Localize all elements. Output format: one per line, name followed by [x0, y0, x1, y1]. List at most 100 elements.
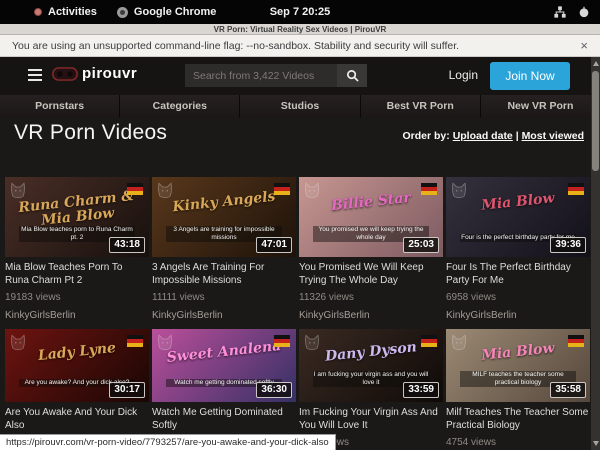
- video-title[interactable]: Milf Teaches The Teacher Some Practical …: [446, 407, 590, 432]
- video-studio-link[interactable]: KinkyGirlsBerlin: [446, 310, 590, 321]
- thumbnail-performer-name: Kinky Angels: [158, 188, 291, 217]
- video-views: 4754 views: [446, 437, 590, 448]
- window-title: VR Porn: Virtual Reality Sex Videos | Pi…: [0, 24, 600, 35]
- search-input[interactable]: [185, 64, 337, 87]
- studio-watermark-icon: [156, 181, 174, 199]
- video-thumbnail[interactable]: Mia Blow Four is the perfect birthday pa…: [446, 177, 590, 257]
- video-duration-badge: 36:30: [256, 382, 292, 398]
- video-thumbnail[interactable]: Runa Charm & Mia Blow Mia Blow teaches p…: [5, 177, 149, 257]
- video-card: Mia Blow Four is the perfect birthday pa…: [446, 177, 590, 321]
- video-title[interactable]: Watch Me Getting Dominated Softly: [152, 407, 296, 432]
- page-heading-row: VR Porn Videos Order by: Upload date | M…: [14, 121, 584, 151]
- nav-item-categories[interactable]: Categories: [120, 95, 240, 118]
- german-flag-icon: [274, 183, 290, 195]
- video-views: 6958 views: [446, 292, 590, 303]
- video-studio-link[interactable]: KinkyGirlsBerlin: [5, 310, 149, 321]
- video-grid: Runa Charm & Mia Blow Mia Blow teaches p…: [5, 177, 590, 450]
- menu-hamburger-icon[interactable]: [28, 69, 42, 81]
- video-card: Kinky Angels 3 Angels are training for i…: [152, 177, 296, 321]
- network-icon[interactable]: [554, 6, 566, 18]
- scroll-up-icon[interactable]: [593, 61, 599, 66]
- video-thumbnail[interactable]: Mia Blow MILF teaches the teacher some p…: [446, 329, 590, 402]
- order-by-label: Order by:: [403, 130, 450, 142]
- site-logo[interactable]: pirouvr: [52, 65, 137, 82]
- status-bar-url: https://pirouvr.com/vr-porn-video/779325…: [0, 434, 336, 450]
- video-title[interactable]: You Promised We Will Keep Trying The Who…: [299, 262, 443, 287]
- studio-watermark-icon: [9, 181, 27, 199]
- video-thumbnail[interactable]: Billie Star You promised we will keep tr…: [299, 177, 443, 257]
- video-title[interactable]: Im Fucking Your Virgin Ass And You Will …: [299, 407, 443, 432]
- thumbnail-performer-name: Mia Blow: [452, 338, 585, 367]
- studio-watermark-icon: [303, 333, 321, 351]
- studio-watermark-icon: [303, 181, 321, 199]
- video-card: Mia Blow MILF teaches the teacher some p…: [446, 329, 590, 450]
- order-by: Order by: Upload date | Most viewed: [403, 130, 585, 142]
- scrollbar-thumb[interactable]: [592, 71, 599, 171]
- german-flag-icon: [568, 183, 584, 195]
- video-views: 19183 views: [5, 292, 149, 303]
- studio-watermark-icon: [9, 333, 27, 351]
- infobar-message: You are using an unsupported command-lin…: [12, 40, 459, 52]
- browser-viewport: pirouvr Login Join Now Pornstars Categor…: [0, 57, 600, 450]
- power-icon[interactable]: [578, 6, 590, 18]
- join-now-button[interactable]: Join Now: [490, 62, 570, 90]
- video-duration-badge: 33:59: [403, 382, 439, 398]
- german-flag-icon: [274, 335, 290, 347]
- video-title[interactable]: Are You Awake And Your Dick Also: [5, 407, 149, 432]
- main-nav: Pornstars Categories Studios Best VR Por…: [0, 95, 600, 118]
- german-flag-icon: [127, 183, 143, 195]
- video-title[interactable]: Four Is The Perfect Birthday Party For M…: [446, 262, 590, 287]
- search-button[interactable]: [337, 64, 367, 87]
- thumbnail-performer-name: Mia Blow: [452, 188, 585, 217]
- video-views: 11326 views: [299, 292, 443, 303]
- video-duration-badge: 43:18: [109, 237, 145, 253]
- nav-item-best-vr[interactable]: Best VR Porn: [361, 95, 481, 118]
- order-by-upload-date-link[interactable]: Upload date: [453, 130, 513, 142]
- nav-item-pornstars[interactable]: Pornstars: [0, 95, 120, 118]
- site-header: pirouvr Login Join Now: [0, 57, 600, 95]
- chrome-infobar: You are using an unsupported command-lin…: [0, 35, 600, 57]
- site-logo-text: pirouvr: [82, 65, 137, 82]
- german-flag-icon: [568, 335, 584, 347]
- nav-item-new-vr[interactable]: New VR Porn: [481, 95, 600, 118]
- german-flag-icon: [421, 335, 437, 347]
- nav-item-studios[interactable]: Studios: [240, 95, 360, 118]
- video-title[interactable]: Mia Blow Teaches Porn To Runa Charm Pt 2: [5, 262, 149, 287]
- video-thumbnail[interactable]: Dany Dyson I am fucking your virgin ass …: [299, 329, 443, 402]
- video-card: Billie Star You promised we will keep tr…: [299, 177, 443, 321]
- system-clock[interactable]: Sep 7 20:25: [0, 6, 600, 18]
- video-studio-link[interactable]: KinkyGirlsBerlin: [299, 310, 443, 321]
- video-card: Sweet Analena Watch me getting dominated…: [152, 329, 296, 450]
- thumbnail-performer-name: Dany Dyson: [305, 338, 438, 367]
- video-duration-badge: 30:17: [109, 382, 145, 398]
- german-flag-icon: [127, 335, 143, 347]
- studio-watermark-icon: [450, 333, 468, 351]
- video-views: 11111 views: [152, 292, 296, 303]
- infobar-close-icon[interactable]: ×: [580, 39, 588, 52]
- order-by-most-viewed-link[interactable]: Most viewed: [522, 130, 584, 142]
- studio-watermark-icon: [450, 181, 468, 199]
- scrollbar: [591, 57, 600, 450]
- thumbnail-performer-name: Sweet Analena: [158, 338, 291, 367]
- video-thumbnail[interactable]: Kinky Angels 3 Angels are training for i…: [152, 177, 296, 257]
- studio-watermark-icon: [156, 333, 174, 351]
- vr-goggles-icon: [52, 66, 78, 82]
- video-thumbnail[interactable]: Lady Lyne Are you awake? And your dick a…: [5, 329, 149, 402]
- video-duration-badge: 47:01: [256, 237, 292, 253]
- video-card: Runa Charm & Mia Blow Mia Blow teaches p…: [5, 177, 149, 321]
- thumbnail-performer-name: Lady Lyne: [11, 338, 144, 367]
- thumbnail-performer-name: Billie Star: [305, 188, 438, 217]
- system-top-bar: Activities Google Chrome Sep 7 20:25: [0, 0, 600, 24]
- video-duration-badge: 35:58: [550, 382, 586, 398]
- video-duration-badge: 25:03: [403, 237, 439, 253]
- search-icon: [346, 69, 359, 82]
- video-title[interactable]: 3 Angels Are Training For Impossible Mis…: [152, 262, 296, 287]
- video-thumbnail[interactable]: Sweet Analena Watch me getting dominated…: [152, 329, 296, 402]
- login-link[interactable]: Login: [449, 68, 478, 82]
- thumbnail-performer-name: Runa Charm & Mia Blow: [10, 188, 144, 232]
- page-title: VR Porn Videos: [14, 121, 167, 144]
- scroll-down-icon[interactable]: [593, 441, 599, 446]
- video-studio-link[interactable]: KinkyGirlsBerlin: [152, 310, 296, 321]
- video-duration-badge: 39:36: [550, 237, 586, 253]
- video-card: Dany Dyson I am fucking your virgin ass …: [299, 329, 443, 450]
